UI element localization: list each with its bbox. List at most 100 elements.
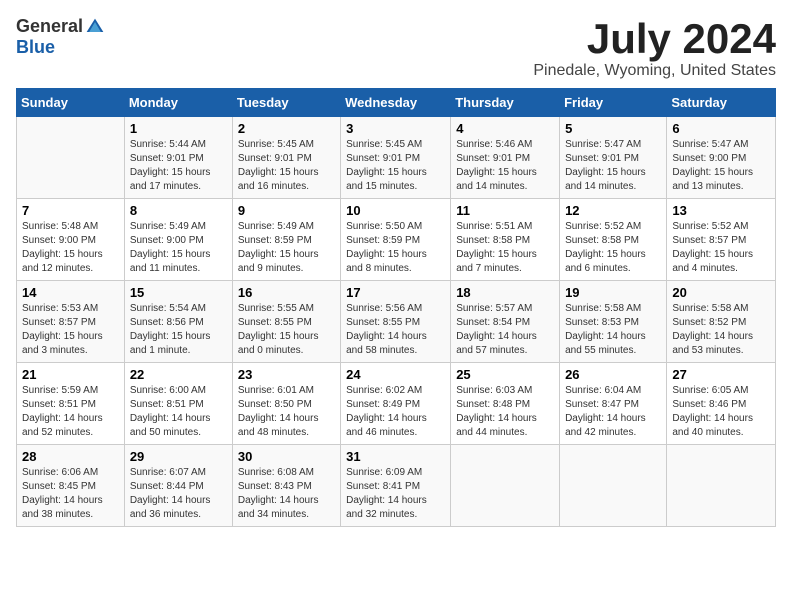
day-number: 8 (130, 203, 227, 218)
day-info: Sunrise: 5:46 AM Sunset: 9:01 PM Dayligh… (456, 138, 554, 194)
calendar-cell: 2 Sunrise: 5:45 AM Sunset: 9:01 PM Daylig… (232, 117, 340, 199)
calendar-cell: 4 Sunrise: 5:46 AM Sunset: 9:01 PM Daylig… (451, 117, 560, 199)
calendar-cell: 16 Sunrise: 5:55 AM Sunset: 8:55 PM Dayli… (232, 281, 340, 363)
day-number: 22 (130, 367, 227, 382)
day-number: 16 (238, 285, 335, 300)
column-header-monday: Monday (124, 89, 232, 117)
day-number: 11 (456, 203, 554, 218)
calendar-cell: 11 Sunrise: 5:51 AM Sunset: 8:58 PM Dayli… (451, 199, 560, 281)
day-number: 12 (565, 203, 661, 218)
day-info: Sunrise: 5:55 AM Sunset: 8:55 PM Dayligh… (238, 302, 335, 358)
day-number: 13 (672, 203, 770, 218)
calendar-table: SundayMondayTuesdayWednesdayThursdayFrid… (16, 88, 776, 527)
day-number: 19 (565, 285, 661, 300)
day-info: Sunrise: 5:53 AM Sunset: 8:57 PM Dayligh… (22, 302, 119, 358)
day-number: 21 (22, 367, 119, 382)
calendar-cell: 1Sunrise: 5:44 AM Sunset: 9:01 PM Daylig… (124, 117, 232, 199)
logo-icon (85, 17, 105, 37)
logo-blue-text: Blue (16, 37, 55, 58)
calendar-cell: 24Sunrise: 6:02 AM Sunset: 8:49 PM Dayli… (341, 363, 451, 445)
calendar-cell: 20 Sunrise: 5:58 AM Sunset: 8:52 PM Dayli… (667, 281, 776, 363)
calendar-cell (451, 445, 560, 527)
logo-general-text: General (16, 16, 83, 37)
day-info: Sunrise: 5:56 AM Sunset: 8:55 PM Dayligh… (346, 302, 445, 358)
column-header-saturday: Saturday (667, 89, 776, 117)
calendar-header-row: SundayMondayTuesdayWednesdayThursdayFrid… (17, 89, 776, 117)
day-info: Sunrise: 5:48 AM Sunset: 9:00 PM Dayligh… (22, 220, 119, 276)
day-number: 15 (130, 285, 227, 300)
day-info: Sunrise: 6:01 AM Sunset: 8:50 PM Dayligh… (238, 384, 335, 440)
day-number: 10 (346, 203, 445, 218)
day-number: 23 (238, 367, 335, 382)
day-number: 31 (346, 449, 445, 464)
calendar-cell: 5 Sunrise: 5:47 AM Sunset: 9:01 PM Daylig… (560, 117, 667, 199)
day-number: 5 (565, 121, 661, 136)
calendar-cell: 17 Sunrise: 5:56 AM Sunset: 8:55 PM Dayli… (341, 281, 451, 363)
day-number: 2 (238, 121, 335, 136)
calendar-cell: 12 Sunrise: 5:52 AM Sunset: 8:58 PM Dayli… (560, 199, 667, 281)
column-header-wednesday: Wednesday (341, 89, 451, 117)
column-header-friday: Friday (560, 89, 667, 117)
calendar-cell: 6Sunrise: 5:47 AM Sunset: 9:00 PM Daylig… (667, 117, 776, 199)
calendar-cell: 7 Sunrise: 5:48 AM Sunset: 9:00 PM Daylig… (17, 199, 125, 281)
calendar-cell: 18 Sunrise: 5:57 AM Sunset: 8:54 PM Dayli… (451, 281, 560, 363)
day-info: Sunrise: 6:05 AM Sunset: 8:46 PM Dayligh… (672, 384, 770, 440)
day-info: Sunrise: 6:09 AM Sunset: 8:41 PM Dayligh… (346, 466, 445, 522)
day-number: 24 (346, 367, 445, 382)
calendar-cell: 31 Sunrise: 6:09 AM Sunset: 8:41 PM Dayli… (341, 445, 451, 527)
day-number: 17 (346, 285, 445, 300)
week-row-2: 7 Sunrise: 5:48 AM Sunset: 9:00 PM Daylig… (17, 199, 776, 281)
day-info: Sunrise: 6:04 AM Sunset: 8:47 PM Dayligh… (565, 384, 661, 440)
day-number: 1 (130, 121, 227, 136)
day-info: Sunrise: 5:58 AM Sunset: 8:53 PM Dayligh… (565, 302, 661, 358)
column-header-thursday: Thursday (451, 89, 560, 117)
day-number: 25 (456, 367, 554, 382)
calendar-cell: 25 Sunrise: 6:03 AM Sunset: 8:48 PM Dayli… (451, 363, 560, 445)
day-number: 20 (672, 285, 770, 300)
day-number: 9 (238, 203, 335, 218)
day-info: Sunrise: 5:51 AM Sunset: 8:58 PM Dayligh… (456, 220, 554, 276)
day-info: Sunrise: 5:50 AM Sunset: 8:59 PM Dayligh… (346, 220, 445, 276)
day-number: 18 (456, 285, 554, 300)
day-info: Sunrise: 6:03 AM Sunset: 8:48 PM Dayligh… (456, 384, 554, 440)
calendar-cell: 30 Sunrise: 6:08 AM Sunset: 8:43 PM Dayli… (232, 445, 340, 527)
title-block: July 2024 Pinedale, Wyoming, United Stat… (533, 16, 776, 80)
day-number: 4 (456, 121, 554, 136)
day-number: 7 (22, 203, 119, 218)
day-number: 14 (22, 285, 119, 300)
day-number: 26 (565, 367, 661, 382)
day-info: Sunrise: 5:58 AM Sunset: 8:52 PM Dayligh… (672, 302, 770, 358)
day-info: Sunrise: 6:07 AM Sunset: 8:44 PM Dayligh… (130, 466, 227, 522)
week-row-5: 28 Sunrise: 6:06 AM Sunset: 8:45 PM Dayli… (17, 445, 776, 527)
day-number: 28 (22, 449, 119, 464)
calendar-cell: 9Sunrise: 5:49 AM Sunset: 8:59 PM Daylig… (232, 199, 340, 281)
day-info: Sunrise: 6:08 AM Sunset: 8:43 PM Dayligh… (238, 466, 335, 522)
day-number: 3 (346, 121, 445, 136)
calendar-cell: 10 Sunrise: 5:50 AM Sunset: 8:59 PM Dayli… (341, 199, 451, 281)
calendar-cell: 8 Sunrise: 5:49 AM Sunset: 9:00 PM Daylig… (124, 199, 232, 281)
week-row-4: 21 Sunrise: 5:59 AM Sunset: 8:51 PM Dayli… (17, 363, 776, 445)
page-header: General Blue July 2024 Pinedale, Wyoming… (16, 16, 776, 80)
calendar-cell: 23 Sunrise: 6:01 AM Sunset: 8:50 PM Dayli… (232, 363, 340, 445)
month-title: July 2024 (533, 16, 776, 62)
day-info: Sunrise: 5:54 AM Sunset: 8:56 PM Dayligh… (130, 302, 227, 358)
day-info: Sunrise: 5:59 AM Sunset: 8:51 PM Dayligh… (22, 384, 119, 440)
day-info: Sunrise: 5:57 AM Sunset: 8:54 PM Dayligh… (456, 302, 554, 358)
week-row-1: 1Sunrise: 5:44 AM Sunset: 9:01 PM Daylig… (17, 117, 776, 199)
calendar-cell: 26 Sunrise: 6:04 AM Sunset: 8:47 PM Dayli… (560, 363, 667, 445)
day-info: Sunrise: 5:47 AM Sunset: 9:01 PM Dayligh… (565, 138, 661, 194)
day-info: Sunrise: 6:00 AM Sunset: 8:51 PM Dayligh… (130, 384, 227, 440)
calendar-cell (17, 117, 125, 199)
logo: General Blue (16, 16, 105, 58)
day-info: Sunrise: 6:06 AM Sunset: 8:45 PM Dayligh… (22, 466, 119, 522)
day-info: Sunrise: 5:52 AM Sunset: 8:57 PM Dayligh… (672, 220, 770, 276)
calendar-cell (667, 445, 776, 527)
day-info: Sunrise: 5:52 AM Sunset: 8:58 PM Dayligh… (565, 220, 661, 276)
day-number: 29 (130, 449, 227, 464)
calendar-cell: 29 Sunrise: 6:07 AM Sunset: 8:44 PM Dayli… (124, 445, 232, 527)
day-info: Sunrise: 5:45 AM Sunset: 9:01 PM Dayligh… (238, 138, 335, 194)
day-info: Sunrise: 5:49 AM Sunset: 9:00 PM Dayligh… (130, 220, 227, 276)
week-row-3: 14 Sunrise: 5:53 AM Sunset: 8:57 PM Dayli… (17, 281, 776, 363)
day-number: 30 (238, 449, 335, 464)
location: Pinedale, Wyoming, United States (533, 62, 776, 80)
